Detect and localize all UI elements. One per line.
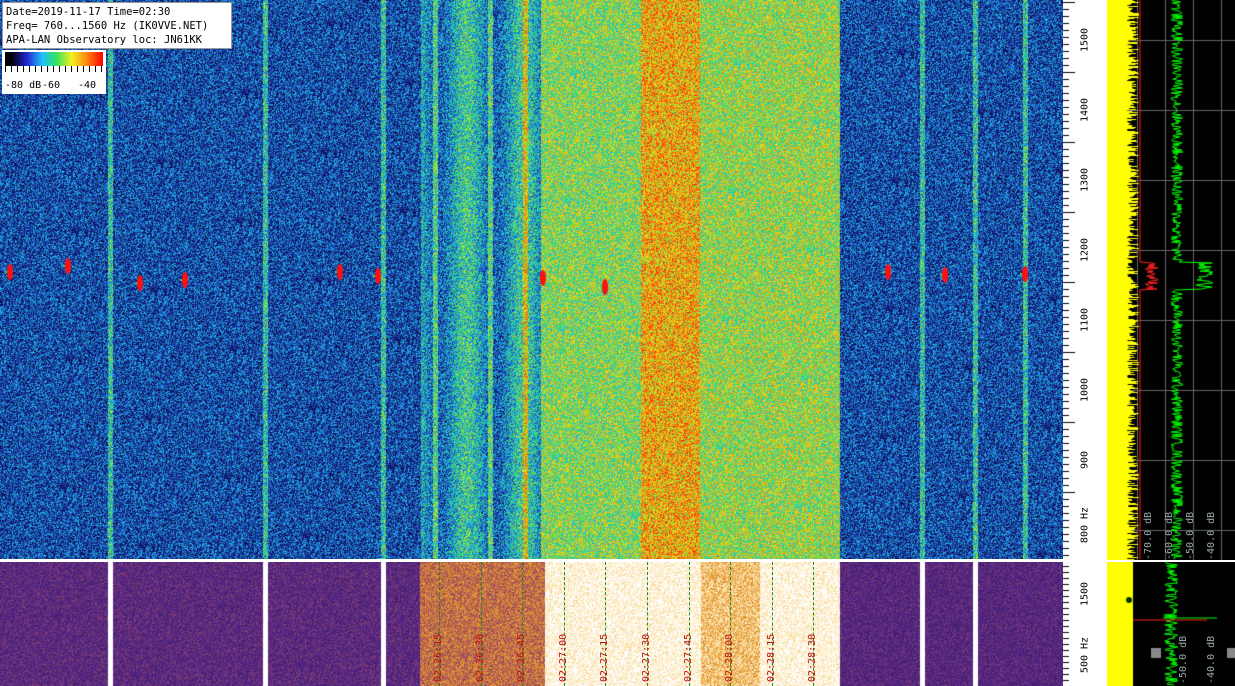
freq-tick-bottom-1500: 1500 <box>1079 581 1091 607</box>
observatory-label: APA-LAN Observatory loc: JN61KK <box>6 34 202 46</box>
frequency-range-label: Freq= 760...1560 Hz (IK0VVE.NET) <box>6 20 209 32</box>
time-label: 02:28:30 <box>807 633 818 682</box>
freq-tick-1300: 1300 <box>1079 167 1091 193</box>
db-label-bottom-40: -40.0 dB <box>1206 635 1217 684</box>
db-label-50: -50.0 dB <box>1185 511 1196 560</box>
info-panel: Date=2019-11-17 Time=02:30 Freq= 760...1… <box>2 2 232 49</box>
time-label: 02:28:00 <box>724 633 735 682</box>
time-label: 02:27:15 <box>599 633 610 682</box>
colorbar-label-max: -40 <box>78 80 97 91</box>
freq-tick-1000: 1000 <box>1079 377 1091 403</box>
panel-divider <box>0 559 1235 562</box>
waterfall-viewer: 1500 1400 1300 1200 1100 1000 900 800 Hz… <box>0 0 1235 686</box>
colorbar-legend: -80 dB -60 -40 <box>2 50 106 94</box>
spectrum-plot <box>1107 0 1235 560</box>
colorbar-label-min: -80 dB <box>5 80 42 91</box>
timeline-strip <box>0 562 1063 686</box>
time-label: 02:26:30 <box>475 633 486 682</box>
freq-tick-1100: 1100 <box>1079 307 1091 333</box>
time-label: 02:27:30 <box>641 633 652 682</box>
db-label-40: -40.0 dB <box>1206 511 1217 560</box>
colorbar-ticks <box>5 66 103 72</box>
waterfall-spectrogram <box>0 0 1063 560</box>
freq-tick-900: 900 <box>1079 450 1091 470</box>
freq-tick-1400: 1400 <box>1079 97 1091 123</box>
time-label: 02:28:15 <box>766 633 777 682</box>
time-label: 02:27:45 <box>683 633 694 682</box>
date-time-label: Date=2019-11-17 Time=02:30 <box>6 6 171 18</box>
time-label: 02:26:15 <box>433 633 444 682</box>
freq-tick-bottom-500: 500 Hz <box>1079 636 1091 674</box>
freq-tick-1500: 1500 <box>1079 27 1091 53</box>
time-label: 02:26:45 <box>516 633 527 682</box>
colorbar-gradient <box>5 52 103 66</box>
time-label: 02:27:00 <box>558 633 569 682</box>
freq-tick-1200: 1200 <box>1079 237 1091 263</box>
colorbar-label-mid: -60 <box>42 80 61 91</box>
freq-tick-800: 800 Hz <box>1079 506 1091 544</box>
db-label-60: -60.0 dB <box>1164 511 1175 560</box>
db-label-70: -70.0 dB <box>1143 511 1154 560</box>
db-label-bottom-50: -50.0 dB <box>1178 635 1189 684</box>
